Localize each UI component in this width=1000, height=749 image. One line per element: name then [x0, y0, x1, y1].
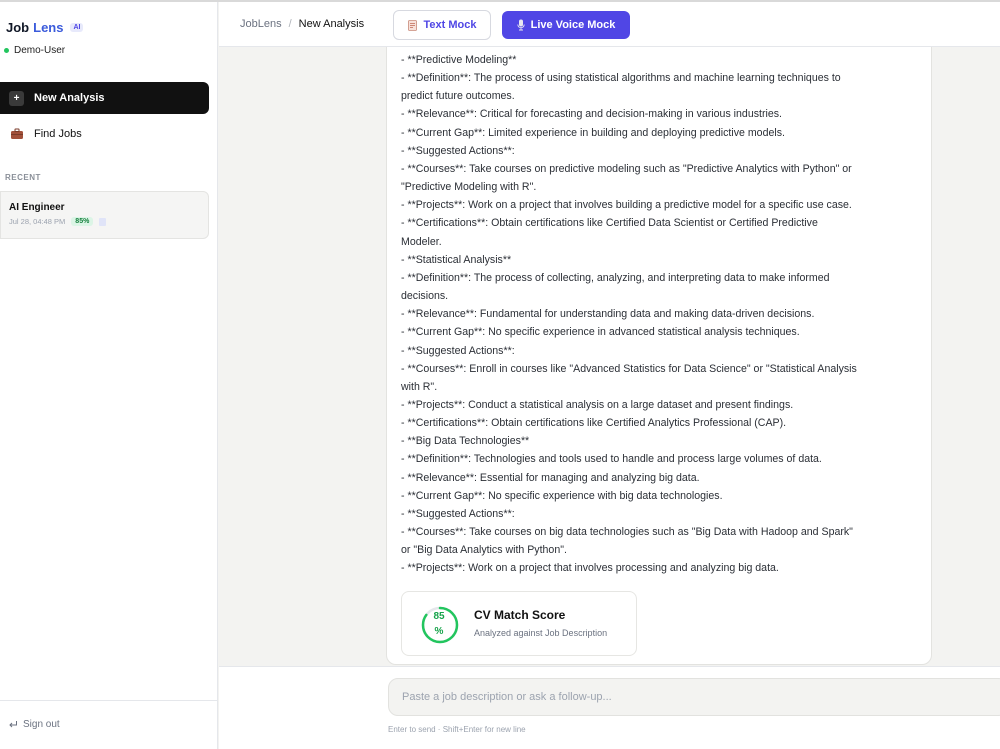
message-line: - **Suggested Actions**:	[401, 344, 515, 357]
analysis-message-text: - **Predictive Modeling** - **Definition…	[401, 51, 923, 578]
message-line: - **Projects**: Work on a project that i…	[401, 562, 779, 575]
message-line: decisions.	[401, 290, 449, 303]
microphone-icon	[516, 19, 525, 31]
brand-name-part2: Lens	[33, 20, 64, 35]
message-line: - **Projects**: Conduct a statistical an…	[401, 398, 794, 411]
score-badge: 85%	[71, 217, 94, 226]
message-line: - **Predictive Modeling**	[401, 54, 517, 66]
sign-out-button[interactable]: Sign out	[8, 719, 60, 730]
score-number: 85	[433, 611, 445, 622]
breadcrumb: JobLens / New Analysis	[240, 18, 364, 30]
cv-match-score-card: 85 % CV Match Score Analyzed against Job…	[401, 591, 637, 656]
text-mock-label: Text Mock	[423, 19, 477, 31]
chat-area[interactable]: - **Predictive Modeling** - **Definition…	[219, 47, 1000, 666]
new-analysis-label: New Analysis	[34, 92, 105, 104]
top-bar: JobLens / New Analysis Text Mock Live Vo…	[219, 2, 1000, 47]
breadcrumb-separator: /	[288, 18, 292, 30]
message-line: - **Relevance**: Essential for managing …	[401, 471, 700, 484]
composer: Enter to send · Shift+Enter for new line	[219, 666, 1000, 749]
sign-out-label: Sign out	[23, 719, 60, 730]
message-line: - **Current Gap**: Limited experience in…	[401, 126, 785, 139]
assistant-message-card: - **Predictive Modeling** - **Definition…	[386, 47, 932, 665]
live-voice-mock-label: Live Voice Mock	[530, 19, 616, 31]
score-percent-sign: %	[434, 626, 444, 637]
message-line: - **Big Data Technologies**	[401, 435, 530, 448]
message-line: - **Statistical Analysis**	[401, 253, 512, 266]
message-line: Modeler.	[401, 235, 442, 248]
message-line: - **Current Gap**: No specific experienc…	[401, 326, 800, 339]
message-line: - **Definition**: The process of collect…	[401, 271, 830, 284]
message-line: - **Definition**: The process of using s…	[401, 72, 841, 85]
message-line: "Predictive Modeling with R".	[401, 181, 537, 194]
recent-item-title: AI Engineer	[9, 202, 65, 213]
find-jobs-button[interactable]: Find Jobs	[0, 120, 209, 148]
message-input[interactable]	[388, 678, 1000, 716]
online-status-icon	[4, 48, 9, 53]
user-name: Demo-User	[14, 45, 66, 56]
message-line: - **Definition**: Technologies and tools…	[401, 453, 822, 466]
message-line: or "Big Data Analytics with Python".	[401, 544, 567, 557]
breadcrumb-root[interactable]: JobLens	[240, 18, 282, 30]
text-mock-button[interactable]: Text Mock	[393, 10, 491, 40]
score-title: CV Match Score	[474, 608, 566, 622]
message-line: - **Courses**: Enroll in courses like "A…	[401, 362, 857, 375]
brand-name-part1: Job	[6, 20, 30, 35]
message-line: - **Relevance**: Fundamental for underst…	[401, 308, 815, 321]
message-line: - **Courses**: Take courses on predictiv…	[401, 162, 852, 175]
message-line: - **Projects**: Work on a project that i…	[401, 199, 852, 212]
ai-badge: AI	[70, 23, 84, 32]
message-line: - **Relevance**: Critical for forecastin…	[401, 108, 782, 121]
current-user: Demo-User	[4, 45, 65, 56]
find-jobs-label: Find Jobs	[34, 128, 82, 140]
message-line: - **Suggested Actions**:	[401, 507, 515, 520]
recent-item-date: Jul 28, 04:48 PM	[9, 217, 66, 226]
message-line: - **Certifications**: Obtain certificati…	[401, 417, 787, 430]
score-subtitle: Analyzed against Job Description	[474, 628, 608, 638]
breadcrumb-current: New Analysis	[298, 18, 365, 30]
live-voice-mock-button[interactable]: Live Voice Mock	[502, 11, 630, 39]
recent-section-label: RECENT	[5, 173, 41, 182]
message-line: - **Certifications**: Obtain certificati…	[401, 217, 818, 230]
sidebar-divider	[0, 700, 217, 701]
briefcase-icon	[11, 128, 23, 139]
recent-item[interactable]: AI Engineer Jul 28, 04:48 PM 85%	[0, 191, 209, 239]
message-line: - **Courses**: Take courses on big data …	[401, 526, 853, 539]
score-value: 85 %	[420, 609, 458, 639]
app-logo[interactable]: Job Lens AI	[6, 20, 84, 35]
message-line: - **Current Gap**: No specific experienc…	[401, 489, 723, 502]
memo-icon	[407, 19, 417, 31]
message-line: predict future outcomes.	[401, 90, 515, 103]
document-icon	[99, 217, 107, 226]
input-hint: Enter to send · Shift+Enter for new line	[388, 725, 526, 734]
message-line: - **Suggested Actions**:	[401, 144, 515, 157]
plus-icon: +	[9, 90, 24, 106]
new-analysis-button[interactable]: + New Analysis	[0, 82, 209, 114]
message-line: with R".	[401, 380, 438, 393]
sidebar: Job Lens AI Demo-User + New Analysis Fin…	[0, 2, 218, 749]
return-arrow-icon	[9, 721, 17, 728]
